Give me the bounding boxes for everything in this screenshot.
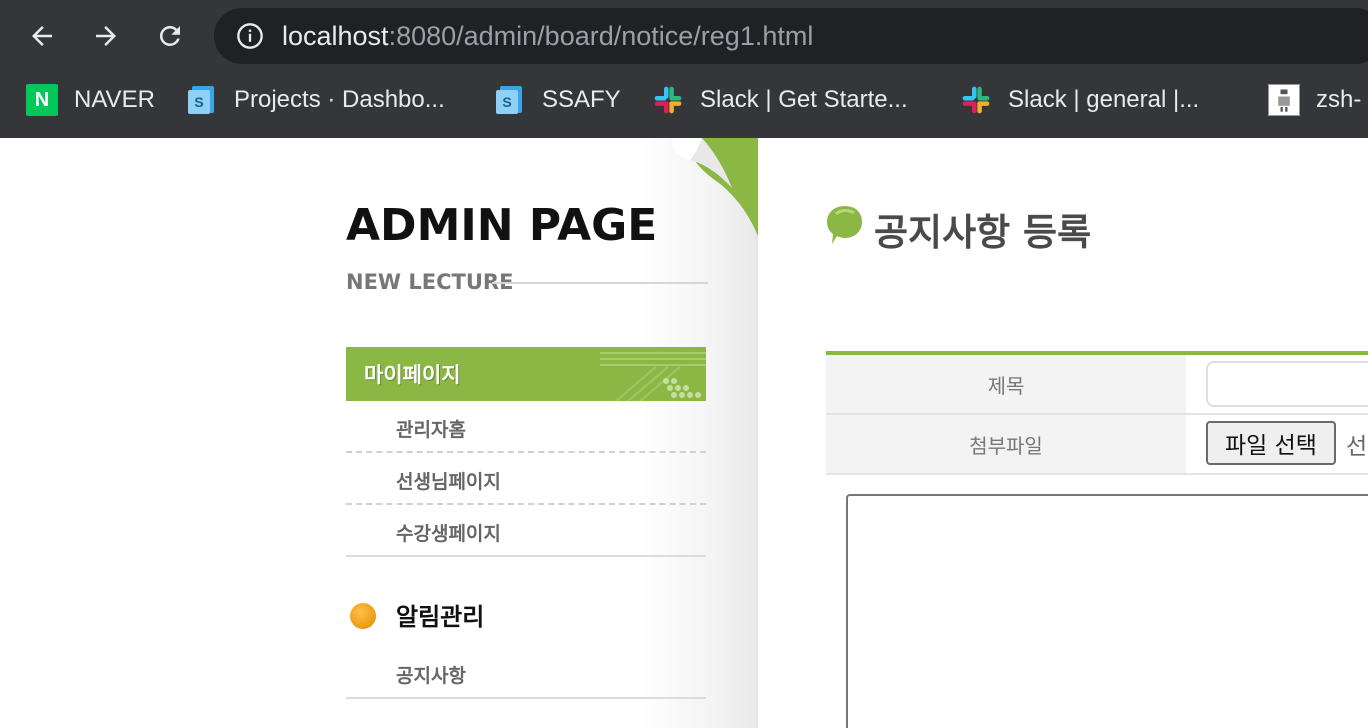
bookmark-slack-general[interactable]: Slack | general |... (960, 82, 1199, 118)
attachment-cell: 파일 선택 선 (1186, 415, 1368, 473)
image-icon (1268, 84, 1300, 116)
content-editor[interactable] (846, 494, 1368, 728)
url-path: :8080/admin/board/notice/reg1.html (388, 21, 814, 51)
subtitle-rule (492, 282, 708, 284)
menu-item-notice[interactable]: 공지사항 (346, 647, 706, 699)
admin-title: ADMIN PAGE (346, 200, 658, 251)
menu-item-admin-home[interactable]: 관리자홈 (346, 401, 706, 453)
page-curl-decoration (672, 138, 758, 236)
reload-button[interactable] (150, 16, 190, 56)
bookmark-zsh[interactable]: zsh- (1268, 82, 1361, 118)
browser-toolbar: localhost:8080/admin/board/notice/reg1.h… (0, 0, 1368, 72)
forward-button[interactable] (86, 16, 126, 56)
bookmark-naver[interactable]: N NAVER (26, 82, 155, 118)
info-icon[interactable] (236, 22, 264, 50)
bookmark-label: NAVER (74, 86, 155, 113)
leaf-icon (827, 206, 862, 244)
title-label: 제목 (826, 355, 1186, 413)
slack-icon (652, 84, 684, 116)
title-input[interactable] (1206, 361, 1368, 407)
menu-header-mypage[interactable]: 마이페이지 (346, 347, 706, 401)
arrow-right-icon (96, 26, 116, 46)
document-icon: S (494, 84, 526, 116)
menu-header-decoration (600, 352, 706, 401)
menu-item-label: 공지사항 (396, 665, 466, 687)
bookmark-ssafy[interactable]: S SSAFY (494, 82, 621, 118)
page-title-text: 공지사항 등록 (874, 211, 1092, 254)
bookmark-label: Slack | general |... (1008, 86, 1200, 113)
section-notification: 알림관리 (346, 593, 706, 637)
bookmark-slack-get-started[interactable]: Slack | Get Starte... (652, 82, 908, 118)
bookmark-label: SSAFY (542, 86, 621, 113)
admin-subtitle: NEW LECTURE (346, 270, 514, 294)
choose-file-button[interactable]: 파일 선택 (1206, 421, 1336, 465)
bookmark-label: zsh- (1316, 86, 1362, 113)
bookmarks-bar: N NAVER S Projects · Dashbo... S SSAFY S… (0, 72, 1368, 128)
bookmark-projects[interactable]: S Projects · Dashbo... (186, 82, 445, 118)
attachment-label: 첨부파일 (826, 415, 1186, 473)
back-button[interactable] (22, 16, 62, 56)
form-row-title: 제목 (826, 355, 1368, 415)
orange-bullet-icon (350, 603, 376, 629)
file-status-text: 선 (1346, 434, 1368, 460)
url-host: localhost (282, 21, 389, 51)
menu-item-student-page[interactable]: 수강생페이지 (346, 505, 706, 557)
page: ADMIN PAGE NEW LECTURE 마이페이지 관리자홈 선생님페이지… (0, 138, 1368, 728)
title-cell (1186, 355, 1368, 413)
menu-item-label: 선생님페이지 (396, 471, 501, 493)
url-text[interactable]: localhost:8080/admin/board/notice/reg1.h… (282, 19, 813, 53)
arrow-left-icon (32, 26, 52, 46)
document-icon: S (186, 84, 218, 116)
bookmark-label: Slack | Get Starte... (700, 86, 908, 113)
reload-icon (159, 25, 180, 46)
menu-item-teacher-page[interactable]: 선생님페이지 (346, 453, 706, 505)
section-title-label: 알림관리 (396, 603, 485, 631)
slack-icon (960, 84, 992, 116)
browser-chrome: localhost:8080/admin/board/notice/reg1.h… (0, 0, 1368, 138)
menu-header-label: 마이페이지 (364, 363, 461, 387)
bookmark-label: Projects · Dashbo... (234, 86, 445, 113)
address-bar[interactable]: localhost:8080/admin/board/notice/reg1.h… (214, 8, 1368, 64)
menu-item-label: 수강생페이지 (396, 523, 501, 545)
menu-item-label: 관리자홈 (396, 419, 466, 441)
form-row-attachment: 첨부파일 파일 선택 선 (826, 415, 1368, 475)
naver-icon: N (26, 84, 58, 116)
